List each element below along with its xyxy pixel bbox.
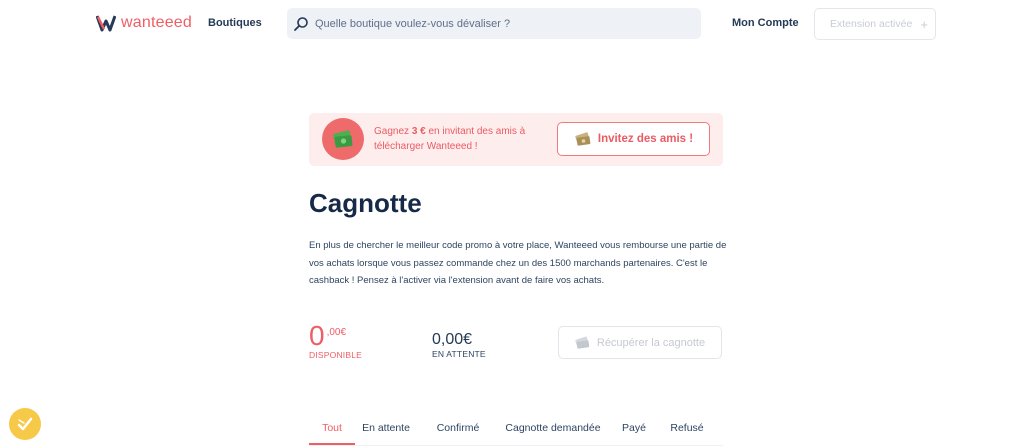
extension-label: Extension activée	[830, 18, 913, 30]
search-bar[interactable]	[287, 8, 701, 39]
page-title: Cagnotte	[309, 188, 422, 218]
referral-banner: Gagnez 3 € en invitant des amis à téléch…	[309, 113, 723, 166]
check-icon	[17, 417, 33, 431]
tab-en-attente[interactable]: En attente	[355, 418, 417, 445]
referral-amount: 3 €	[411, 126, 426, 137]
search-input[interactable]	[315, 17, 695, 30]
nav-account-link[interactable]: Mon Compte	[732, 17, 799, 29]
search-icon	[294, 16, 308, 31]
tab-paye[interactable]: Payé	[607, 418, 661, 445]
money-bills-icon	[575, 132, 591, 146]
tab-cagnotte-demandee[interactable]: Cagnotte demandée	[499, 418, 607, 445]
tab-refuse[interactable]: Refusé	[661, 418, 713, 445]
referral-text: Gagnez 3 € en invitant des amis à téléch…	[374, 126, 526, 152]
money-stack-icon	[322, 118, 364, 160]
available-amount-integer: 0	[309, 320, 325, 351]
floating-action-button[interactable]	[9, 408, 41, 440]
extension-activated-button[interactable]: Extension activée +	[814, 8, 936, 40]
invite-label: Invitez des amis !	[597, 133, 694, 145]
nav-boutiques-link[interactable]: Boutiques	[208, 17, 262, 29]
pending-balance: 0,00€ EN ATTENTE	[432, 331, 486, 359]
cashback-description: En plus de chercher le meilleur code pro…	[309, 240, 727, 286]
recover-label: Récupérer la cagnotte	[596, 336, 706, 349]
available-balance: 0 ,00€ DISPONIBLE	[309, 320, 363, 361]
tab-tout[interactable]: Tout	[309, 418, 355, 445]
transaction-tabs: Tout En attente Confirmé Cagnotte demand…	[309, 418, 723, 446]
recover-cagnotte-button[interactable]: Récupérer la cagnotte	[558, 326, 722, 359]
top-header: wanteeed Boutiques Mon Compte Extension …	[0, 0, 1024, 48]
available-label: DISPONIBLE	[309, 350, 363, 360]
logo-mark-icon	[96, 15, 116, 32]
wanteeed-logo[interactable]: wanteeed	[96, 14, 192, 32]
pending-label: EN ATTENTE	[432, 349, 486, 359]
available-amount-decimal: ,00€	[326, 327, 347, 338]
invite-friends-button[interactable]: Invitez des amis !	[557, 122, 710, 156]
pending-amount: 0,00€	[432, 331, 473, 348]
tab-confirme[interactable]: Confirmé	[417, 418, 499, 445]
logo-text: wanteeed	[121, 14, 192, 31]
money-bills-icon	[575, 336, 590, 349]
plus-icon: +	[920, 16, 928, 32]
